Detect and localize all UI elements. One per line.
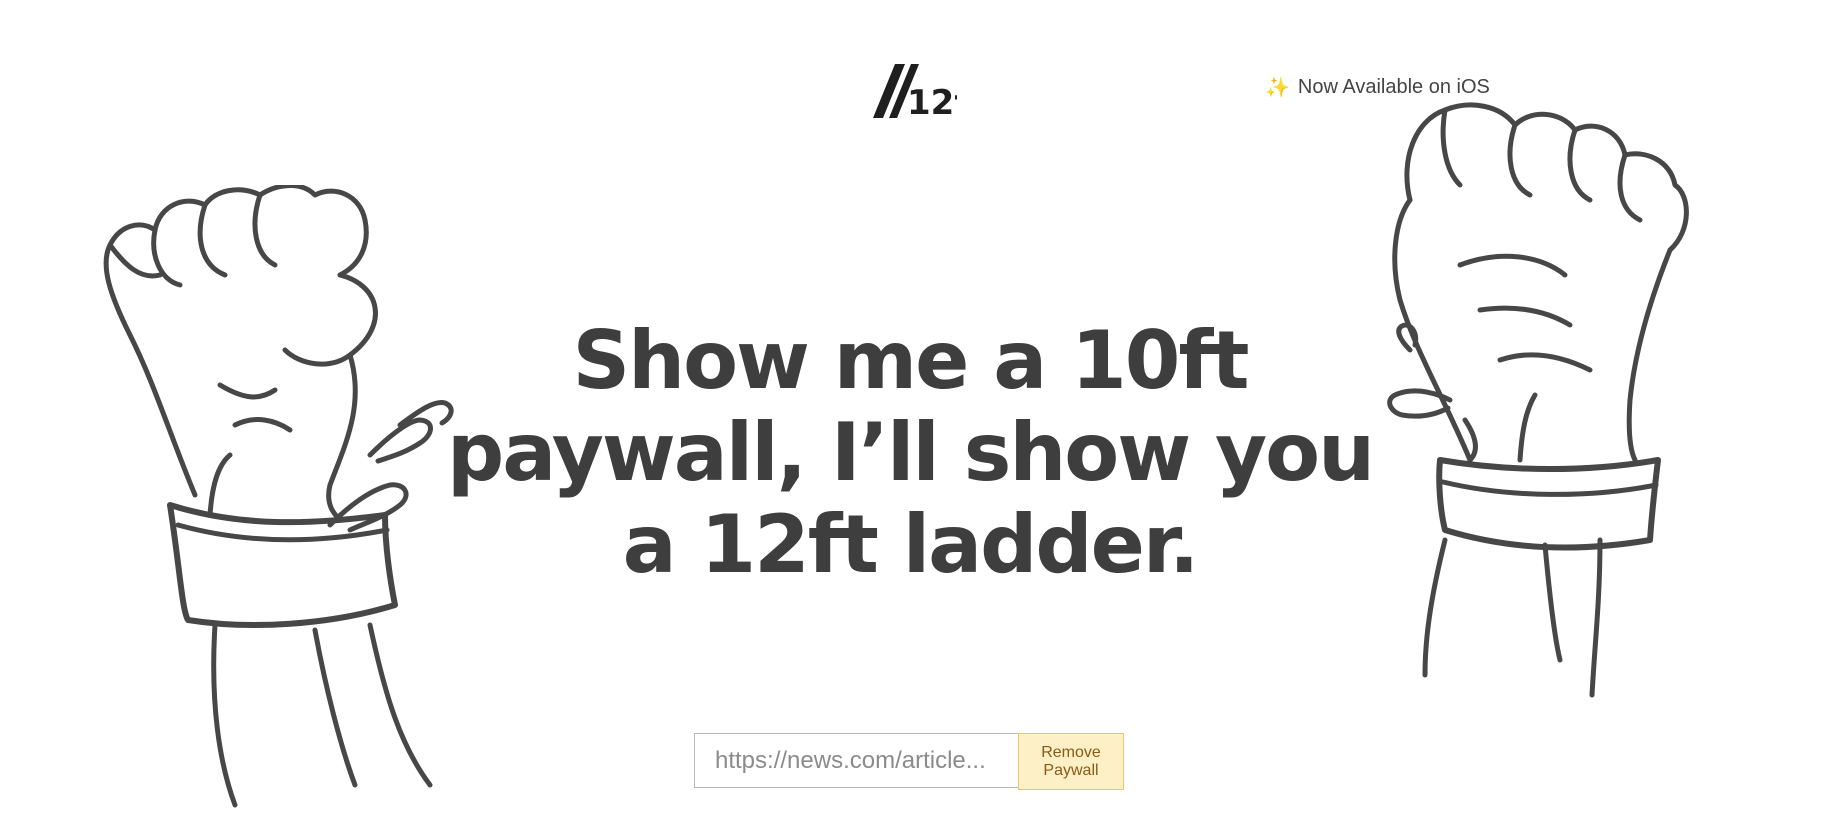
ios-availability-link[interactable]: ✨ Now Available on iOS <box>1265 76 1490 99</box>
ios-link-label: Now Available on iOS <box>1297 76 1490 98</box>
12ft-logo[interactable]: 12ft <box>873 60 957 120</box>
paywall-remover-form: Remove Paywall <box>694 733 1124 790</box>
hero-headline: Show me a 10ft paywall, I’ll show you a … <box>446 314 1375 591</box>
page: 12ft ✨ Now Available on iOS Show me a 10… <box>0 0 1823 832</box>
remove-paywall-button[interactable]: Remove Paywall <box>1018 733 1124 790</box>
logo-text: 12ft <box>907 83 957 120</box>
article-url-input[interactable] <box>694 733 1018 788</box>
fist-broken-chain-right-icon <box>1330 100 1740 710</box>
sparkle-icon: ✨ <box>1265 76 1290 99</box>
